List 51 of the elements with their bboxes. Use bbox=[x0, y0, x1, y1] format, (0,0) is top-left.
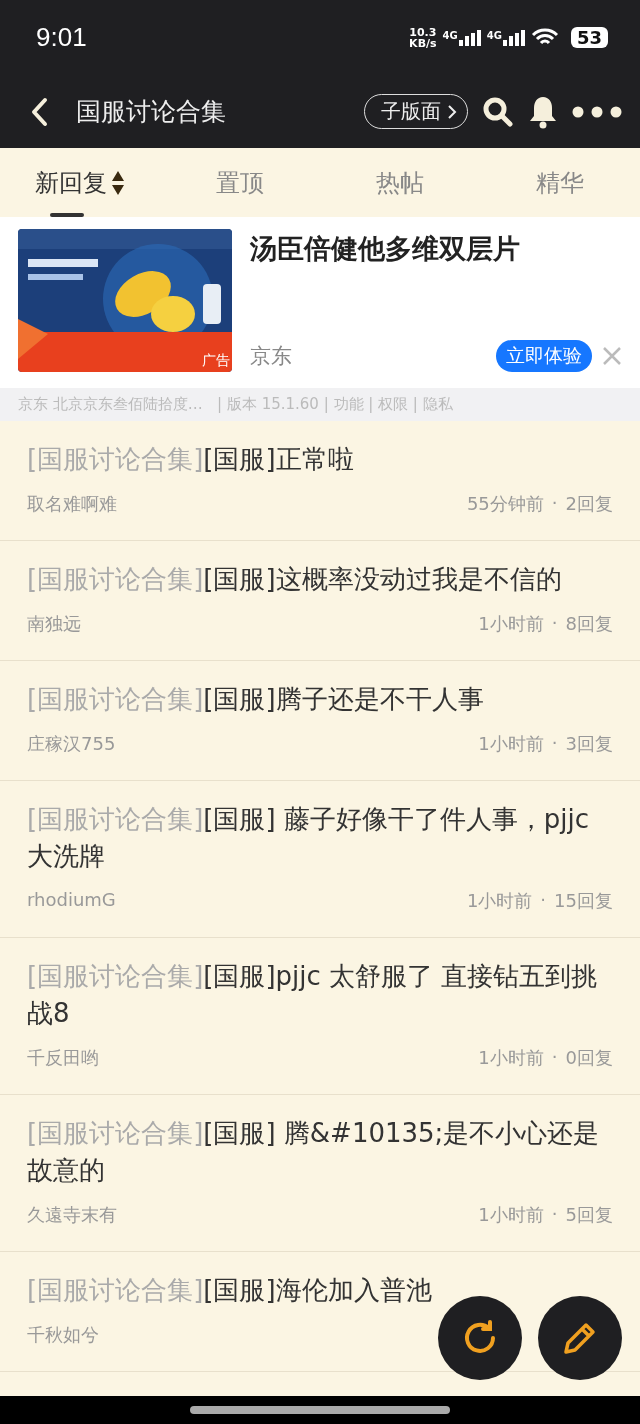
separator-dot: · bbox=[540, 889, 547, 912]
try-now-button[interactable]: 立即体验 bbox=[496, 340, 592, 372]
separator-dot: · bbox=[551, 492, 558, 515]
thread-author: 庄稼汉755 bbox=[27, 732, 116, 756]
thread-title[interactable]: [国服讨论合集][国服]pjjc 太舒服了 直接钻五到挑战8 bbox=[27, 958, 613, 1032]
thread-author: rhodiumG bbox=[27, 889, 116, 912]
reply-count: 15回复 bbox=[554, 889, 613, 913]
thread-title[interactable]: [国服讨论合集][国服]正常啦 bbox=[27, 441, 613, 478]
network-type: 4G bbox=[442, 29, 458, 41]
signal-icon bbox=[458, 29, 481, 46]
battery-indicator: 53 bbox=[570, 27, 608, 48]
thread-title[interactable]: [国服讨论合集][国服] 腾&#10135;是不小心还是故意的 bbox=[27, 1115, 613, 1189]
reply-count: 0回复 bbox=[565, 1046, 613, 1070]
search-icon[interactable] bbox=[482, 95, 514, 128]
thread-time: 1小时前 bbox=[478, 732, 544, 756]
reply-count: 3回复 bbox=[565, 732, 613, 756]
forum-title: 国服讨论合集 bbox=[76, 96, 227, 128]
reply-count: 2回复 bbox=[565, 492, 613, 516]
tab[interactable]: 新回复 bbox=[0, 148, 160, 217]
thread-title[interactable]: [国服讨论合集][国服]这概率没动过我是不信的 bbox=[27, 561, 613, 598]
back-icon[interactable] bbox=[30, 96, 48, 127]
separator-dot: · bbox=[551, 612, 558, 635]
separator-dot: · bbox=[551, 732, 558, 755]
reply-count: 5回复 bbox=[565, 1203, 613, 1227]
bell-icon[interactable] bbox=[528, 94, 558, 129]
ad-label: 广告 bbox=[202, 352, 230, 370]
thread-author: 南独远 bbox=[27, 612, 81, 636]
more-icon[interactable] bbox=[572, 105, 622, 118]
thread-time: 1小时前 bbox=[466, 889, 533, 913]
thread-title[interactable]: [国服讨论合集][国服] 藤子好像干了件人事，pjjc 大洗牌 bbox=[27, 801, 613, 875]
thread-time: 1小时前 bbox=[478, 1046, 544, 1070]
ad-title[interactable]: 汤臣倍健他多维双层片 bbox=[250, 231, 622, 267]
ad-source: 京东 bbox=[250, 343, 293, 370]
thread-time: 1小时前 bbox=[478, 612, 544, 636]
thread-author: 久遠寺末有 bbox=[27, 1203, 117, 1227]
separator-dot: · bbox=[551, 1046, 558, 1069]
separator-dot: · bbox=[551, 1203, 558, 1226]
network-type: 4G bbox=[486, 29, 502, 41]
thread-time: 55分钟前 bbox=[466, 492, 544, 516]
thread-title[interactable]: [国服讨论合集][国服]腾子还是不干人事 bbox=[27, 681, 613, 718]
network-speed: 10.3 KB/s bbox=[409, 26, 437, 49]
thread-author: 取名难啊难 bbox=[27, 492, 117, 516]
thread-time: 1小时前 bbox=[478, 1203, 544, 1227]
thread-title[interactable]: [国服讨论合集][国服]海伦加入普池 bbox=[27, 1272, 613, 1309]
chevron-icon bbox=[447, 103, 457, 120]
clock: 9:01 bbox=[36, 22, 88, 53]
sort-icon[interactable] bbox=[111, 169, 125, 196]
signal-icon bbox=[502, 29, 525, 46]
thread-author: 千反田哟 bbox=[27, 1046, 99, 1070]
thread-author: 千秋如兮 bbox=[27, 1323, 99, 1347]
reply-count: 8回复 bbox=[565, 612, 613, 636]
